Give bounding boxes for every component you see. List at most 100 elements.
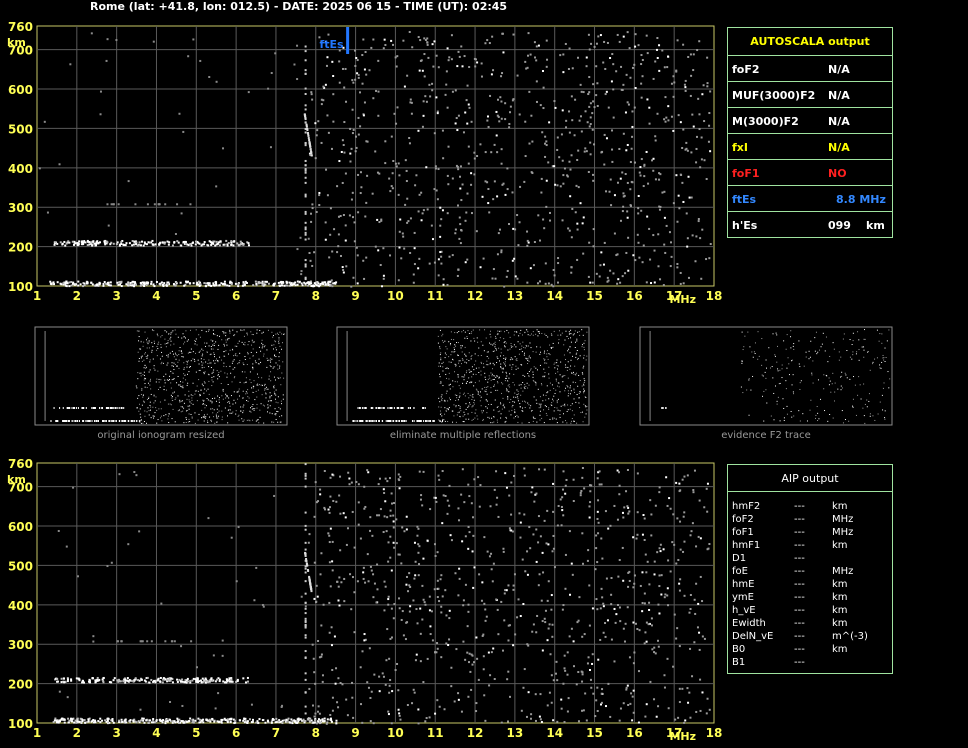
bottom-ionogram-noise-dot [383, 580, 386, 583]
top-ionogram-noise-dot [528, 90, 531, 93]
bottom-ionogram-noise-dot [386, 480, 389, 483]
thumb-original-dot [209, 362, 211, 364]
bottom-ionogram-noise-dot [392, 617, 395, 620]
thumb-original-dot [157, 343, 159, 345]
top-ionogram-noise-dot [413, 247, 416, 250]
thumb-original-dot [213, 409, 215, 411]
thumb-original-dot [268, 378, 270, 380]
thumb-f2-dot [777, 368, 779, 370]
thumb-original-dot [223, 331, 225, 333]
thumb-multiple-trace [442, 420, 444, 422]
thumb-original-dot [209, 354, 211, 356]
bottom-ionogram-x-tick: 16 [626, 726, 643, 740]
thumb-original-dot [141, 389, 143, 391]
thumb-original-trace [100, 407, 102, 409]
thumb-original-dot [140, 418, 142, 420]
top-ionogram-noise-dot [692, 125, 695, 128]
thumb-f2-dot [781, 364, 783, 366]
thumb-multiple-dot [497, 330, 499, 332]
top-ionogram-noise-dot [526, 230, 529, 233]
top-ionogram-vertical-streak [304, 45, 307, 48]
thumb-multiple-dot [498, 330, 500, 332]
top-ionogram-es-trace [198, 284, 201, 287]
bottom-ionogram-noise-dot [644, 553, 647, 556]
bottom-ionogram-noise-dot [397, 708, 400, 711]
thumb-original-dot [204, 382, 206, 384]
thumb-multiple-trace [375, 420, 377, 422]
thumb-multiple-dot [543, 352, 545, 354]
bottom-ionogram-noise-dot [550, 608, 553, 611]
thumb-multiple-dot [515, 359, 517, 361]
top-ionogram-noise-dot [329, 207, 332, 210]
bottom-ionogram-noise-dot [663, 596, 666, 599]
thumb-f2-dot [785, 388, 787, 390]
thumb-multiple-dot [583, 365, 585, 367]
thumb-f2-dot [846, 377, 848, 379]
bottom-ionogram-noise-dot [627, 585, 630, 588]
bottom-ionogram-noise-dot [641, 610, 644, 613]
bottom-ionogram-noise-dot [366, 681, 369, 684]
thumb-multiple-trace [380, 407, 382, 409]
top-ionogram-noise-dot [626, 31, 629, 34]
thumb-f2-dot [788, 363, 790, 365]
top-ionogram-noise-dot [357, 76, 360, 79]
thumb-f2-dot [806, 420, 808, 422]
thumb-multiple-dot [584, 340, 586, 342]
thumb-f2-dot [764, 371, 766, 373]
thumb-original-dot [227, 353, 229, 355]
top-ionogram-noise-dot [487, 125, 490, 128]
bottom-ionogram-noise-dot [373, 582, 376, 585]
bottom-ionogram-noise-dot [446, 499, 449, 502]
thumb-original-dot [229, 332, 231, 334]
thumb-f2-dot [881, 342, 883, 344]
thumb-multiple-dot [462, 415, 464, 417]
top-ionogram-es-trace [133, 281, 136, 284]
top-ionogram-es-multiple [80, 240, 83, 243]
bottom-ionogram-noise-dot [355, 480, 358, 483]
thumb-multiple-dot [521, 351, 523, 353]
bottom-ionogram-x-tick: 3 [112, 726, 120, 740]
thumb-f2-dot [853, 376, 855, 378]
bottom-ionogram-noise-dot [600, 701, 603, 704]
thumb-f2-dot [830, 391, 832, 393]
top-ionogram-noise-dot [436, 112, 439, 115]
bottom-ionogram-noise-dot [390, 502, 393, 505]
top-ionogram-x-tick: 2 [73, 289, 81, 303]
thumb-f2-dot [823, 388, 825, 390]
thumb-f2-dot [857, 394, 859, 396]
top-ionogram-noise-dot [652, 169, 655, 172]
thumb-multiple-dot [586, 355, 588, 357]
bottom-ionogram-noise-dot [255, 566, 258, 569]
bottom-ionogram-noise-dot [544, 621, 547, 624]
top-ionogram-noise-dot [332, 93, 335, 96]
thumb-f2-dot [793, 348, 795, 350]
thumb-original-dot [192, 403, 194, 405]
top-ionogram-noise-dot [531, 172, 534, 175]
bottom-ionogram-noise-dot [678, 582, 681, 585]
thumb-multiple-dot [517, 398, 519, 400]
thumb-multiple-dot [465, 403, 467, 405]
top-ionogram-es-trace [223, 280, 226, 283]
thumb-original-dot [149, 378, 151, 380]
top-ionogram-x-tick: 11 [427, 289, 444, 303]
bottom-ionogram-noise-dot [564, 492, 567, 495]
top-ionogram-noise-dot [415, 174, 418, 177]
thumb-original-dot [166, 354, 168, 356]
bottom-ionogram-noise-dot [394, 669, 397, 672]
thumb-original-dot [193, 358, 195, 360]
thumb-multiple-dot [493, 416, 495, 418]
bottom-ionogram-noise-dot [419, 660, 422, 663]
bottom-ionogram-noise-dot [359, 537, 362, 540]
top-ionogram-es-multiple [125, 242, 128, 245]
bottom-ionogram-noise-dot [436, 596, 439, 599]
thumb-multiple-dot [583, 392, 585, 394]
thumb-original-dot [166, 331, 168, 333]
bottom-ionogram-noise-dot [328, 561, 331, 564]
bottom-ionogram-noise-dot [687, 701, 690, 704]
thumb-f2-dot [769, 367, 771, 369]
bottom-ionogram-noise-dot [462, 604, 465, 607]
thumb-original-dot [199, 369, 201, 371]
thumb-f2-dot [845, 374, 847, 376]
top-ionogram-weak-trace [117, 203, 120, 206]
thumb-original-dot [160, 346, 162, 348]
